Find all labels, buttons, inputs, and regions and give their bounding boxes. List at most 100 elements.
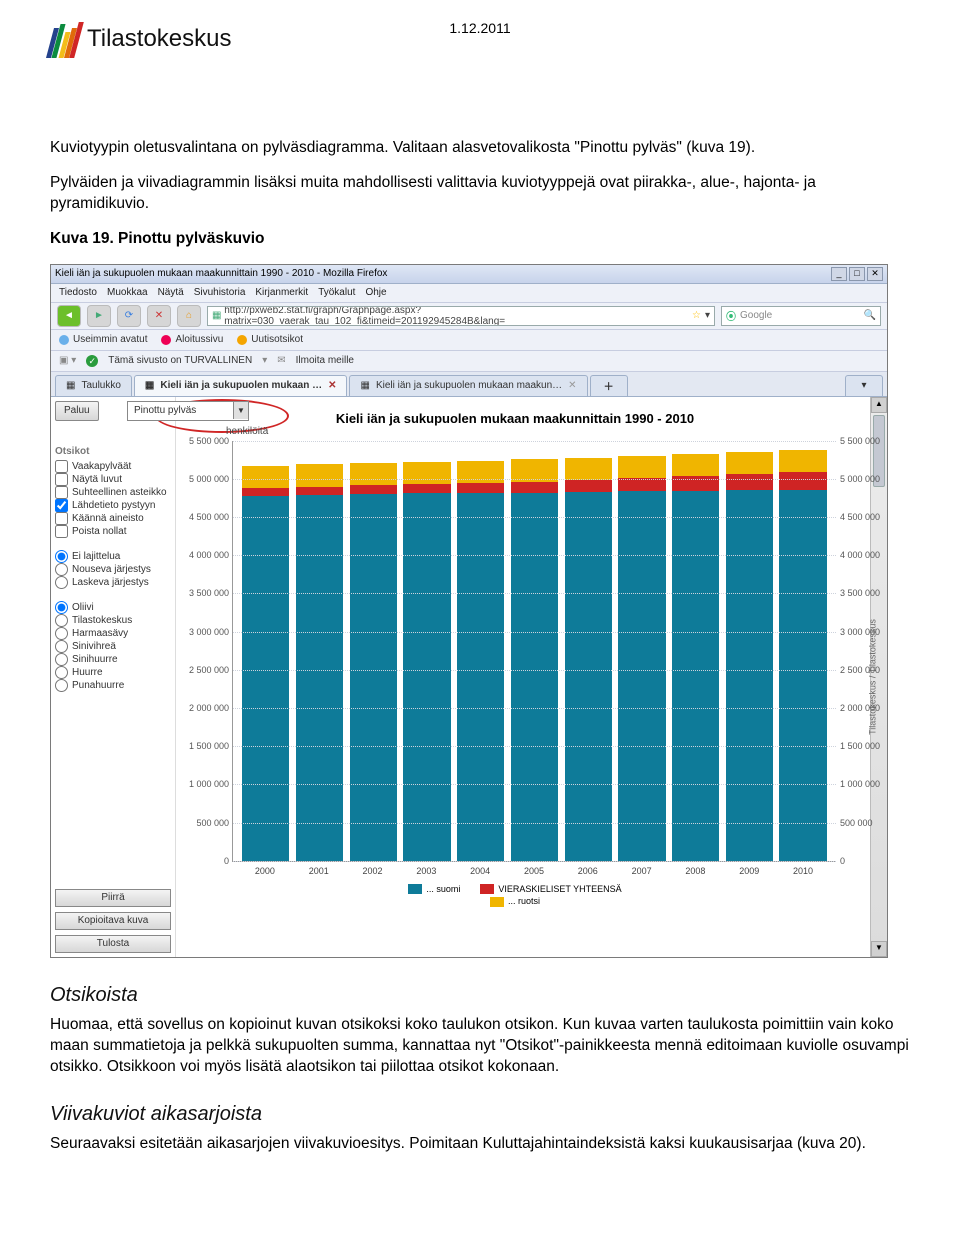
sidebar-option[interactable]: Oliivi	[55, 601, 171, 614]
menu-bookmarks[interactable]: Kirjanmerkit	[255, 287, 308, 298]
sidebar-section-otsikot[interactable]: Otsikot	[55, 446, 171, 457]
sidebar-option[interactable]: Käännä aineisto	[55, 512, 171, 525]
x-tick: 2002	[363, 866, 383, 876]
maximize-icon[interactable]: □	[849, 267, 865, 281]
sidebar-option[interactable]: Lähdetieto pystyyn	[55, 499, 171, 512]
sidebar-option[interactable]: Sinihuurre	[55, 653, 171, 666]
y-tick-left: 2 000 000	[177, 703, 229, 713]
url-go-icon[interactable]: ▾	[705, 310, 710, 321]
bar-segment	[242, 496, 289, 861]
reload-button[interactable]: ⟳	[117, 305, 141, 327]
nav-toolbar: ◄ ► ⟳ ✕ ⌂ ▦ http://pxweb2.stat.fi/graph/…	[51, 303, 887, 330]
radio-input[interactable]	[55, 614, 68, 627]
checkbox-input[interactable]	[55, 512, 68, 525]
option-label: Sinihuurre	[72, 654, 118, 665]
radio-input[interactable]	[55, 563, 68, 576]
menu-file[interactable]: Tiedosto	[59, 287, 97, 298]
y-tick-right: 4 000 000	[840, 550, 896, 560]
window-buttons: _ □ ✕	[831, 267, 883, 281]
menu-help[interactable]: Ohje	[365, 287, 386, 298]
chart-type-dropdown[interactable]: Pinottu pylväs ▼	[127, 401, 249, 421]
chart-type-value: Pinottu pylväs	[128, 405, 202, 416]
addon-dropdown-icon[interactable]: ▣ ▾	[59, 355, 76, 366]
intro-p2: Pylväiden ja viivadiagrammin lisäksi mui…	[50, 173, 910, 215]
sidebar-option[interactable]: Ei lajittelua	[55, 550, 171, 563]
home-button[interactable]: ⌂	[177, 305, 201, 327]
tab-taulukko[interactable]: ▦Taulukko	[55, 375, 132, 396]
bookmark-star-icon[interactable]: ☆	[692, 310, 701, 321]
sidebar-option[interactable]: Nouseva järjestys	[55, 563, 171, 576]
checkbox-input[interactable]	[55, 486, 68, 499]
tab-close-icon[interactable]: ✕	[568, 380, 576, 391]
sidebar-option[interactable]: Punahuurre	[55, 679, 171, 692]
chart-canvas: Kieli iän ja sukupuolen mukaan maakunnit…	[176, 397, 870, 957]
radio-input[interactable]	[55, 666, 68, 679]
option-label: Käännä aineisto	[72, 513, 144, 524]
checkbox-input[interactable]	[55, 499, 68, 512]
x-tick: 2004	[470, 866, 490, 876]
search-field[interactable]: ⦿ Google 🔍	[721, 306, 881, 326]
minimize-icon[interactable]: _	[831, 267, 847, 281]
url-field[interactable]: ▦ http://pxweb2.stat.fi/graph/Graphpage.…	[207, 306, 715, 326]
x-tick: 2000	[255, 866, 275, 876]
draw-button[interactable]: Piirrä	[55, 889, 171, 907]
menu-history[interactable]: Sivuhistoria	[194, 287, 246, 298]
bar-segment	[403, 493, 450, 860]
report-link[interactable]: Ilmoita meille	[296, 355, 354, 366]
option-label: Suhteellinen asteikko	[72, 487, 167, 498]
checkbox-input[interactable]	[55, 525, 68, 538]
bookmark-news[interactable]: Uutisotsikot	[237, 334, 303, 345]
x-tick: 2006	[578, 866, 598, 876]
radio-input[interactable]	[55, 653, 68, 666]
bar-segment	[457, 493, 504, 861]
option-label: Poista nollat	[72, 526, 126, 537]
report-icon[interactable]: ✉	[277, 355, 285, 366]
sidebar-option[interactable]: Harmaasävy	[55, 627, 171, 640]
sidebar-option[interactable]: Näytä luvut	[55, 473, 171, 486]
radio-input[interactable]	[55, 679, 68, 692]
sidebar-option[interactable]: Suhteellinen asteikko	[55, 486, 171, 499]
sidebar-option[interactable]: Vaakapylväät	[55, 460, 171, 473]
option-label: Laskeva järjestys	[72, 577, 149, 588]
close-icon[interactable]: ✕	[867, 267, 883, 281]
scroll-down-icon[interactable]: ▼	[871, 941, 887, 957]
tab-chart-2[interactable]: ▦Kieli iän ja sukupuolen mukaan maakun…✕	[349, 375, 587, 396]
stop-button[interactable]: ✕	[147, 305, 171, 327]
back-button[interactable]: ◄	[57, 305, 81, 327]
search-icon[interactable]: 🔍	[864, 310, 876, 321]
safe-dropdown-icon[interactable]: ▾	[262, 355, 267, 366]
back-pill-button[interactable]: Paluu	[55, 401, 99, 421]
checkbox-input[interactable]	[55, 473, 68, 486]
checkbox-input[interactable]	[55, 460, 68, 473]
new-tab-button[interactable]: ＋	[590, 375, 628, 396]
option-label: Lähdetieto pystyyn	[72, 500, 155, 511]
sidebar-option[interactable]: Sinivihreä	[55, 640, 171, 653]
brand-logo: Tilastokeskus	[50, 20, 232, 58]
radio-input[interactable]	[55, 627, 68, 640]
chart-sidebar: Paluu Pinottu pylväs ▼ Otsikot Vaakapylv…	[51, 397, 176, 957]
forward-button[interactable]: ►	[87, 305, 111, 327]
scroll-up-icon[interactable]: ▲	[871, 397, 887, 413]
menu-view[interactable]: Näytä	[158, 287, 184, 298]
tabs-menu-button[interactable]: ▾	[845, 375, 883, 396]
radio-input[interactable]	[55, 601, 68, 614]
sidebar-option[interactable]: Huurre	[55, 666, 171, 679]
sidebar-option[interactable]: Laskeva järjestys	[55, 576, 171, 589]
copy-image-button[interactable]: Kopioitava kuva	[55, 912, 171, 930]
bookmark-home[interactable]: Aloitussivu	[161, 334, 223, 345]
radio-input[interactable]	[55, 640, 68, 653]
sidebar-option[interactable]: Poista nollat	[55, 525, 171, 538]
radio-input[interactable]	[55, 550, 68, 563]
menu-tools[interactable]: Työkalut	[318, 287, 355, 298]
tab-chart-active[interactable]: ▦Kieli iän ja sukupuolen mukaan …✕	[134, 375, 348, 396]
menu-edit[interactable]: Muokkaa	[107, 287, 148, 298]
chart-plot: 00500 000500 0001 000 0001 000 0001 500 …	[232, 441, 836, 862]
option-label: Ei lajittelua	[72, 551, 120, 562]
bar-segment	[618, 456, 665, 478]
tab-close-icon[interactable]: ✕	[328, 380, 336, 391]
window-titlebar: Kieli iän ja sukupuolen mukaan maakunnit…	[51, 265, 887, 284]
bar-segment	[403, 462, 450, 484]
sidebar-option[interactable]: Tilastokeskus	[55, 614, 171, 627]
radio-input[interactable]	[55, 576, 68, 589]
print-button[interactable]: Tulosta	[55, 935, 171, 953]
